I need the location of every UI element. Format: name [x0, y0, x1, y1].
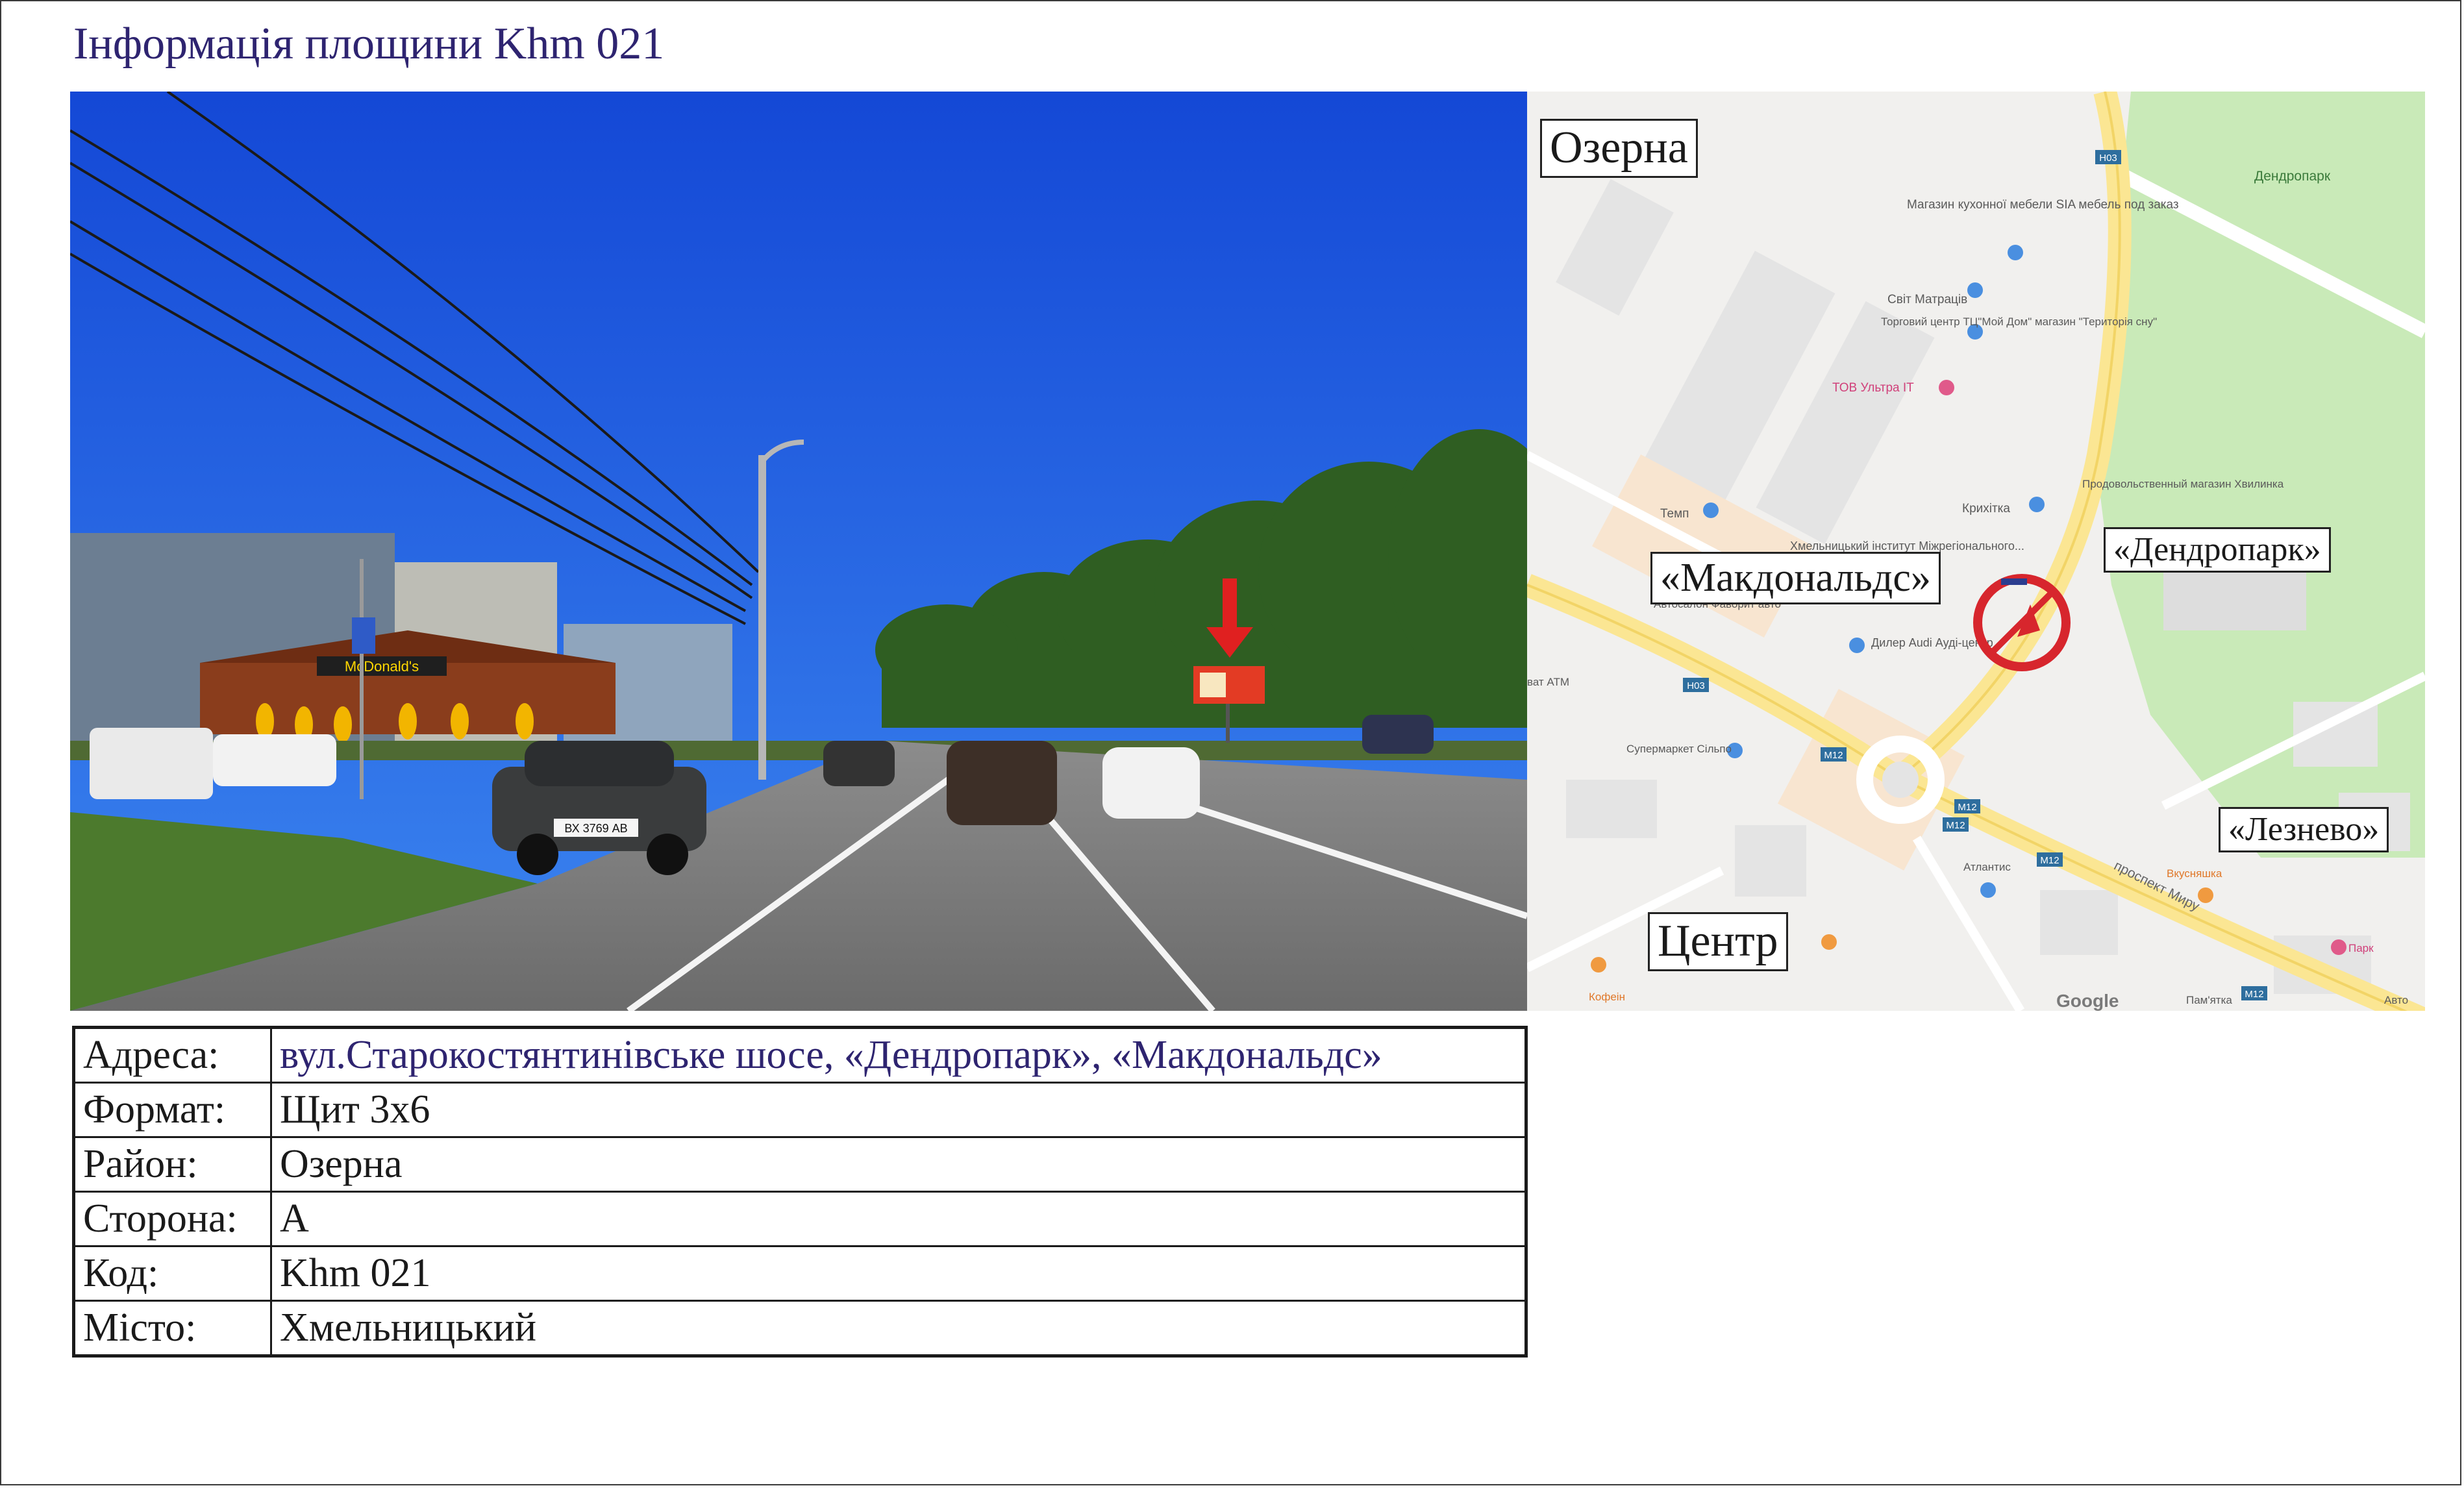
value-format: Щит 3х6 — [270, 1082, 1527, 1138]
value-district: Озерна — [270, 1136, 1527, 1193]
label-side: Сторона: — [73, 1191, 272, 1247]
svg-text:Авто: Авто — [2384, 994, 2408, 1006]
svg-text:ТОВ Ультра IT: ТОВ Ультра IT — [1832, 381, 1914, 395]
label-district: Район: — [73, 1136, 272, 1193]
label-address: Адреса: — [73, 1026, 272, 1084]
page-title: Інформація площини Khm 021 — [73, 19, 665, 69]
svg-text:Темп: Темп — [1660, 507, 1689, 521]
svg-text:Дендропарк: Дендропарк — [2254, 169, 2331, 184]
svg-text:Крихітка: Крихітка — [1962, 502, 2010, 515]
label-code: Код: — [73, 1245, 272, 1302]
map-label-makdonalds: «Макдональдс» — [1650, 552, 1941, 605]
lamp-pole — [758, 455, 766, 780]
svg-text:Супермаркет Сільпо: Супермаркет Сільпо — [1626, 743, 1732, 755]
map-label-ozerna: Озерна — [1540, 119, 1698, 178]
map-label-tsentr: Центр — [1648, 912, 1788, 971]
svg-text:M12: M12 — [1946, 820, 1965, 831]
svg-text:Атлантис: Атлантис — [1963, 861, 2011, 873]
mcdonalds-sign: McDonald's — [345, 658, 419, 675]
street-photo: McDonald's ВХ 3769 АВ — [70, 92, 1527, 1011]
svg-text:Хмельницький інститут Міжрегіо: Хмельницький інститут Міжрегіонального..… — [1790, 539, 2024, 552]
value-side: А — [270, 1191, 1527, 1247]
map-label-dendropark: «Дендропарк» — [2104, 527, 2331, 573]
value-address: вул.Старокостянтинівське шосе, «Дендропа… — [270, 1026, 1527, 1084]
svg-text:M12: M12 — [2040, 855, 2059, 866]
table-row: Сторона: А — [73, 1191, 1527, 1247]
crosswalk-sign — [352, 617, 375, 654]
svg-text:H03: H03 — [1687, 680, 1705, 691]
info-table: Адреса: вул.Старокостянтинівське шосе, «… — [72, 1026, 1528, 1358]
svg-text:Вкусняшка: Вкусняшка — [2167, 867, 2222, 880]
table-row: Формат: Щит 3х6 — [73, 1082, 1527, 1138]
svg-text:ват ATM: ват ATM — [1527, 676, 1569, 688]
svg-text:Google: Google — [2056, 991, 2119, 1011]
svg-text:Пам'ятка: Пам'ятка — [2186, 994, 2232, 1006]
table-row: Адреса: вул.Старокостянтинівське шосе, «… — [73, 1026, 1527, 1084]
street-photo-illustration: McDonald's ВХ 3769 АВ — [70, 92, 1527, 1011]
table-row: Код: Khm 021 — [73, 1245, 1527, 1302]
svg-text:Продовольственный магазин Хвил: Продовольственный магазин Хвилинка — [2082, 478, 2284, 490]
svg-text:M12: M12 — [2245, 989, 2263, 1000]
svg-text:Парк: Парк — [2348, 942, 2374, 954]
label-city: Місто: — [73, 1300, 272, 1357]
svg-text:ВХ 3769 АВ: ВХ 3769 АВ — [564, 822, 627, 835]
svg-text:H03: H03 — [2099, 153, 2117, 164]
value-city: Хмельницький — [270, 1300, 1527, 1357]
map-label-leznevo: «Лезнево» — [2219, 807, 2389, 852]
svg-text:Кофеін: Кофеін — [1589, 991, 1625, 1003]
value-code: Khm 021 — [270, 1245, 1527, 1302]
table-row: Місто: Хмельницький — [73, 1300, 1527, 1357]
svg-text:M12: M12 — [1958, 802, 1976, 813]
svg-text:M12: M12 — [1824, 750, 1843, 761]
svg-text:Торговий центр ТЦ"Мой Дом" маг: Торговий центр ТЦ"Мой Дом" магазин "Тери… — [1881, 316, 2157, 328]
svg-text:Світ Матраців: Світ Матраців — [1887, 293, 1967, 306]
svg-text:Дилер Audi Ауді-центр: Дилер Audi Ауді-центр — [1871, 636, 1993, 649]
location-map: Дендропарк Магазин кухонної мебели SIA м… — [1527, 92, 2425, 1011]
svg-text:Магазин кухонної мебели SIA ме: Магазин кухонної мебели SIA мебель под з… — [1907, 198, 2179, 212]
label-format: Формат: — [73, 1082, 272, 1138]
table-row: Район: Озерна — [73, 1136, 1527, 1193]
